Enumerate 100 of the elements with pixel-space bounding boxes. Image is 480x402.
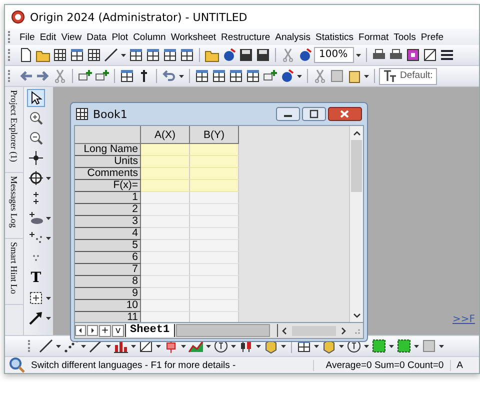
table-cell[interactable] <box>141 144 190 156</box>
horizontal-scrollbar[interactable] <box>276 324 348 337</box>
table-cell[interactable] <box>190 252 239 264</box>
save-template-icon[interactable] <box>255 47 271 63</box>
vertical-scrollbar[interactable] <box>349 126 363 322</box>
table-cell[interactable] <box>141 252 190 264</box>
table-cell[interactable] <box>141 180 190 192</box>
down-caret-icon[interactable] <box>352 311 362 319</box>
table-cell[interactable] <box>141 168 190 180</box>
framed-square-icon[interactable] <box>405 47 421 63</box>
table-cell[interactable] <box>190 216 239 228</box>
row-label: Units <box>75 156 141 168</box>
row-label: Comments <box>75 168 141 180</box>
table-cell[interactable] <box>141 192 190 204</box>
status-hint: Switch different languages - F1 for more details - <box>31 360 236 370</box>
row-number: 10 <box>75 300 141 312</box>
app-logo-icon[interactable] <box>11 10 25 24</box>
table-cell[interactable] <box>190 276 239 288</box>
stacked-lines-icon[interactable] <box>439 47 455 63</box>
row-number: 5 <box>75 240 141 252</box>
menu-item[interactable]: Statistics <box>313 32 356 42</box>
worksheet-icon[interactable] <box>52 47 68 63</box>
font-icon[interactable] <box>382 68 398 84</box>
up-caret-icon[interactable] <box>352 129 362 137</box>
status-indicator: A <box>450 360 479 370</box>
table-cell[interactable] <box>141 204 190 216</box>
worksheet-icon[interactable] <box>74 106 90 122</box>
menu-item[interactable]: Prefe <box>418 32 446 42</box>
column-header[interactable]: B(Y) <box>190 126 239 144</box>
menu-item[interactable]: Edit <box>37 32 59 42</box>
table-cell[interactable] <box>141 228 190 240</box>
crosshair-icon[interactable] <box>27 148 45 166</box>
font-combo[interactable]: Default: <box>379 68 437 84</box>
sheet-tab[interactable]: Sheet1 <box>125 324 175 337</box>
table-cell[interactable] <box>141 216 190 228</box>
sheet-nav-button[interactable]: v <box>112 324 124 336</box>
sheet-nav-button[interactable]: + <box>99 324 111 336</box>
table-cell[interactable] <box>190 240 239 252</box>
text-tool[interactable]: T <box>27 268 45 286</box>
cut-icon[interactable] <box>312 68 328 84</box>
left-caret-icon[interactable] <box>75 325 86 336</box>
copy-icon[interactable] <box>329 68 345 84</box>
menu-item[interactable]: File <box>17 32 38 42</box>
side-tab[interactable]: Messages Log <box>5 172 23 239</box>
maximize-icon[interactable] <box>302 107 326 121</box>
table-cell[interactable] <box>141 288 190 300</box>
row-number: 4 <box>75 228 141 240</box>
line-icon[interactable] <box>38 338 54 354</box>
magnifier-icon[interactable] <box>9 357 25 373</box>
row-label: Long Name <box>75 144 141 156</box>
table-cell[interactable] <box>190 168 239 180</box>
row-number: 6 <box>75 252 141 264</box>
font-value: Default: <box>400 69 433 83</box>
table-cell[interactable] <box>190 312 239 322</box>
right-caret-icon[interactable] <box>87 325 98 336</box>
menu-item[interactable]: Analysis <box>272 32 314 42</box>
menu-item[interactable]: Data <box>84 32 110 42</box>
table-cell[interactable] <box>141 276 190 288</box>
save-icon[interactable] <box>238 47 254 63</box>
target-icon[interactable] <box>27 168 45 186</box>
table-cell[interactable] <box>190 300 239 312</box>
status-stats: Average=0 Sum=0 Count=0 <box>312 360 444 370</box>
scroll-thumb[interactable] <box>351 140 362 192</box>
new-document-icon[interactable] <box>18 47 34 63</box>
menu-item[interactable]: View <box>58 32 84 42</box>
row-number: 7 <box>75 264 141 276</box>
close-icon[interactable] <box>328 107 362 121</box>
menu-item[interactable]: Restructure <box>218 32 273 42</box>
row-number: 9 <box>75 288 141 300</box>
table-cell[interactable] <box>190 204 239 216</box>
zoom-combo[interactable]: 100% <box>314 47 354 63</box>
menu-item[interactable]: Format <box>356 32 392 42</box>
menu-item[interactable]: Column <box>130 32 168 42</box>
row-label: F(x)= <box>75 180 141 192</box>
side-tab[interactable]: Project Explorer (1) <box>5 87 23 173</box>
paste-icon[interactable] <box>346 68 362 84</box>
menu-item[interactable]: Tools <box>391 32 418 42</box>
table-cell[interactable] <box>141 264 190 276</box>
menu-item[interactable]: Plot <box>109 32 131 42</box>
table-cell[interactable] <box>190 180 239 192</box>
table-cell[interactable] <box>190 264 239 276</box>
table-cell[interactable] <box>190 156 239 168</box>
table-cell[interactable] <box>141 156 190 168</box>
row-number: 8 <box>75 276 141 288</box>
menu-item[interactable]: Worksheet <box>168 32 219 42</box>
table-cell[interactable] <box>190 192 239 204</box>
table-cell[interactable] <box>141 300 190 312</box>
table-cell[interactable] <box>141 240 190 252</box>
side-tab[interactable]: Smart Hint Lo <box>5 238 23 305</box>
column-header[interactable]: A(X) <box>141 126 190 144</box>
table-cell[interactable] <box>141 312 190 322</box>
undo-icon[interactable] <box>161 68 177 84</box>
table-cell[interactable] <box>190 144 239 156</box>
minimize-icon[interactable] <box>276 107 300 121</box>
row-number: 1 <box>75 192 141 204</box>
pointer-icon[interactable] <box>27 88 45 106</box>
table-cell[interactable] <box>190 228 239 240</box>
window-title: Origin 2024 (Administrator) - UNTITLED <box>30 10 248 24</box>
row-number: 3 <box>75 216 141 228</box>
table-cell[interactable] <box>190 288 239 300</box>
